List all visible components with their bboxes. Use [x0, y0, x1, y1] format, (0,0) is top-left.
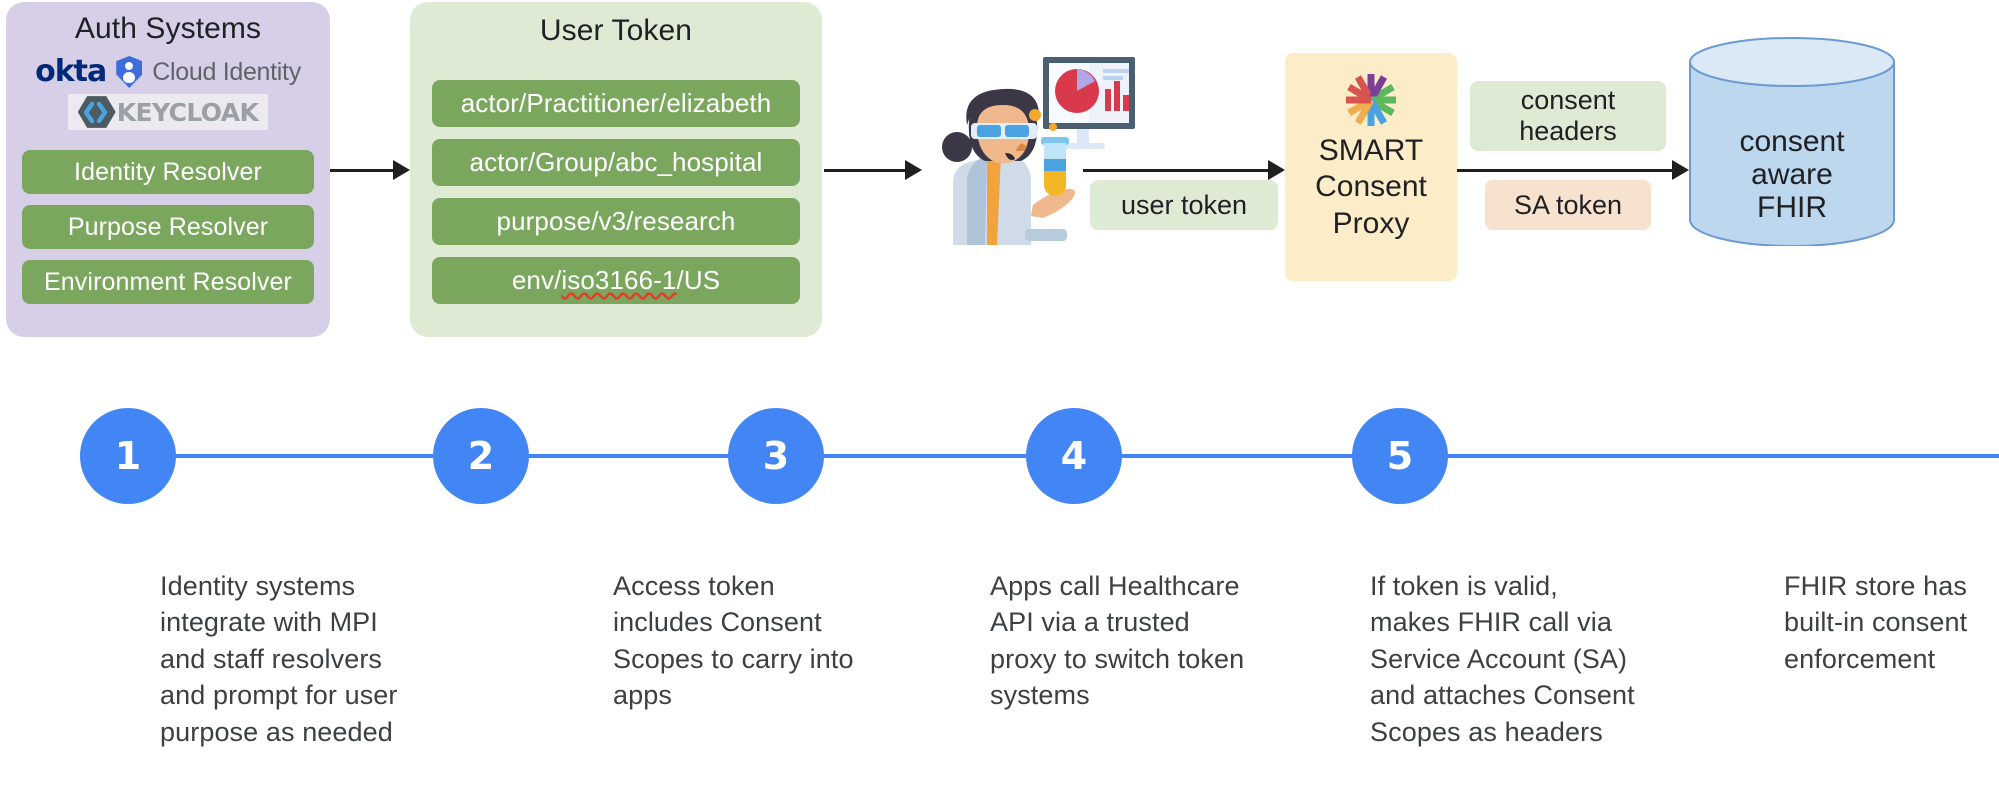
arrow-auth-to-token — [330, 160, 410, 180]
arrow-app-to-proxy — [1083, 160, 1285, 180]
timeline-step-text-5: FHIR store has built-in consent enforcem… — [1784, 571, 1968, 674]
timeline-node-5[interactable]: 5 — [1352, 408, 1448, 504]
diagram-canvas: Auth Systems okta Cloud Identity KEYCLOA… — [0, 0, 1999, 807]
auth-resolver-list: Identity Resolver Purpose Resolver Envir… — [22, 150, 314, 304]
arrow-token-to-app — [824, 160, 922, 180]
user-token-title: User Token — [539, 14, 693, 47]
user-token-panel: User Token actor/Practitioner/elizabeth … — [410, 2, 822, 337]
okta-logo: okta — [35, 54, 107, 89]
consent-headers-callout: consent headers — [1470, 81, 1666, 151]
smart-health-it-logo — [1346, 74, 1396, 126]
test-tube-icon — [1041, 137, 1069, 196]
scope-actor-practitioner[interactable]: actor/Practitioner/elizabeth — [432, 80, 800, 127]
resolver-identity[interactable]: Identity Resolver — [22, 150, 314, 194]
keycloak-logo-label: KEYCLOAK — [116, 97, 259, 127]
user-token-scope-list: actor/Practitioner/elizabeth actor/Group… — [432, 80, 800, 304]
timeline-step-text-1: Identity systems integrate with MPI and … — [160, 571, 398, 747]
scope-env-prefix: env/ — [511, 265, 562, 295]
auth-systems-panel: Auth Systems okta Cloud Identity KEYCLOA… — [6, 2, 330, 337]
user-token-label-callout: user token — [1090, 180, 1278, 230]
scope-env[interactable]: env/iso3166-1/US — [432, 257, 800, 304]
keycloak-logo: KEYCLOAK — [68, 94, 268, 130]
timeline-step-text-3: Apps call Healthcare API via a trusted p… — [990, 571, 1245, 711]
timeline-step-text-2: Access token includes Consent Scopes to … — [613, 571, 854, 711]
consent-aware-fhir-datastore[interactable] — [1688, 36, 1896, 247]
smart-proxy-line-2: Consent — [1315, 170, 1427, 204]
timeline-step-text-4: If token is valid, makes FHIR call via S… — [1370, 571, 1635, 747]
auth-logo-row: okta Cloud Identity — [6, 52, 330, 92]
consent-headers-line-2: headers — [1519, 116, 1617, 146]
scope-env-suffix: /US — [676, 265, 721, 295]
auth-systems-title: Auth Systems — [74, 12, 262, 45]
resolver-purpose[interactable]: Purpose Resolver — [22, 205, 314, 249]
monitor-icon — [1043, 57, 1135, 149]
sa-token-callout: SA token — [1485, 180, 1651, 230]
timeline-node-4[interactable]: 4 — [1026, 408, 1122, 504]
smart-proxy-line-1: SMART — [1318, 134, 1424, 167]
scientist-body — [953, 155, 1031, 245]
scope-purpose[interactable]: purpose/v3/research — [432, 198, 800, 245]
consent-headers-line-1: consent — [1520, 84, 1616, 115]
smart-consent-proxy-box[interactable]: SMART Consent Proxy — [1285, 53, 1457, 281]
arrow-proxy-to-fhir — [1457, 160, 1689, 180]
timeline-node-2[interactable]: 2 — [433, 408, 529, 504]
keycloak-hexagon-icon — [77, 96, 116, 129]
timeline-node-1[interactable]: 1 — [80, 408, 176, 504]
scope-actor-group[interactable]: actor/Group/abc_hospital — [432, 139, 800, 186]
resolver-environment[interactable]: Environment Resolver — [22, 260, 314, 304]
timeline-node-3[interactable]: 3 — [728, 408, 824, 504]
scope-env-misspelled-token: iso3166-1 — [561, 265, 677, 295]
shield-person-icon — [116, 56, 143, 88]
smart-proxy-line-3: Proxy — [1332, 206, 1410, 240]
cloud-identity-logo-label: Cloud Identity — [152, 57, 301, 86]
